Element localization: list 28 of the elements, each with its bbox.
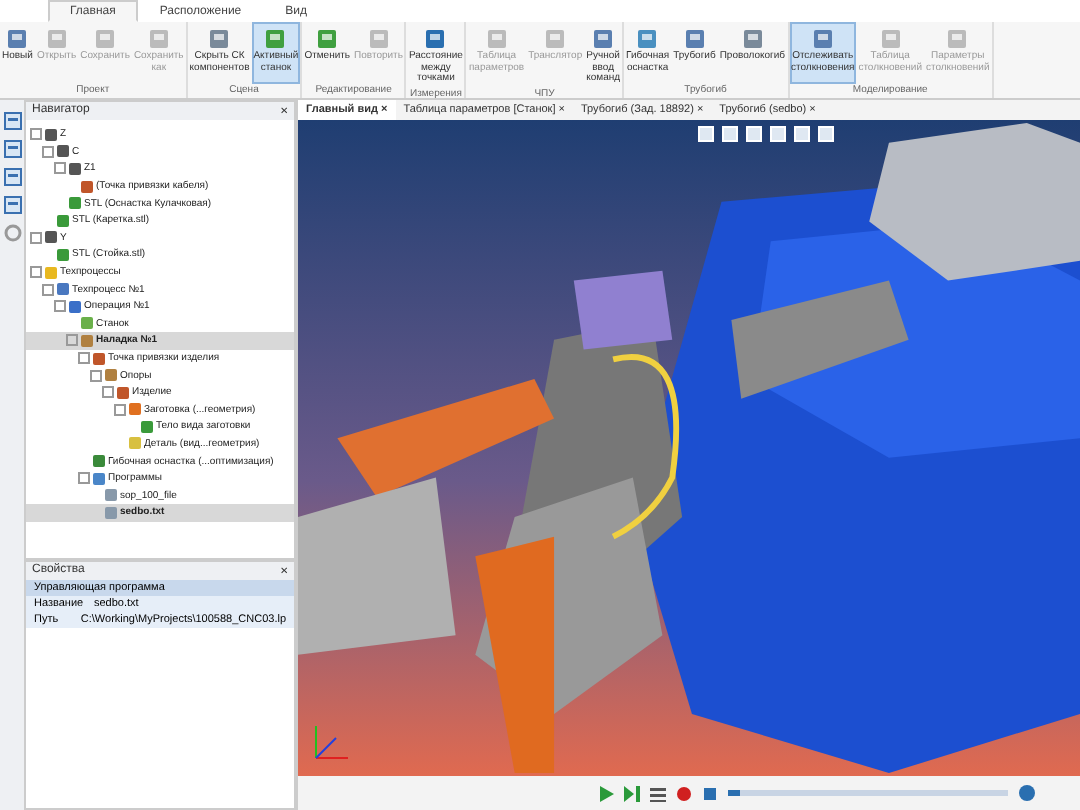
stop-icon[interactable]	[702, 785, 718, 801]
tool-icon	[264, 28, 287, 50]
progress-slider[interactable]	[728, 790, 1008, 796]
tool-icon	[316, 28, 339, 50]
list-icon[interactable]	[650, 785, 666, 801]
tool-icon	[6, 28, 29, 50]
tool-icon	[45, 28, 68, 50]
tool-icon	[367, 28, 390, 50]
tool-icon	[147, 28, 170, 50]
tool-icon	[544, 28, 567, 50]
panel-icon[interactable]	[3, 112, 21, 130]
record-icon[interactable]	[676, 785, 692, 801]
step-icon[interactable]	[624, 785, 640, 801]
tool-icon	[683, 28, 706, 50]
play-icon[interactable]	[598, 785, 614, 801]
tool-icon	[879, 28, 902, 50]
tool-icon	[424, 28, 447, 50]
panel-icon[interactable]	[3, 140, 21, 158]
tool-icon	[94, 28, 116, 50]
tool-icon	[811, 28, 834, 50]
panel-icon[interactable]	[3, 168, 21, 186]
tool-icon	[636, 28, 659, 50]
tool-icon	[946, 28, 969, 50]
panel-icon[interactable]	[3, 196, 21, 214]
tool-icon	[485, 28, 508, 50]
tool-icon	[208, 28, 231, 50]
tool-icon	[741, 28, 764, 50]
tool-icon	[592, 28, 615, 50]
